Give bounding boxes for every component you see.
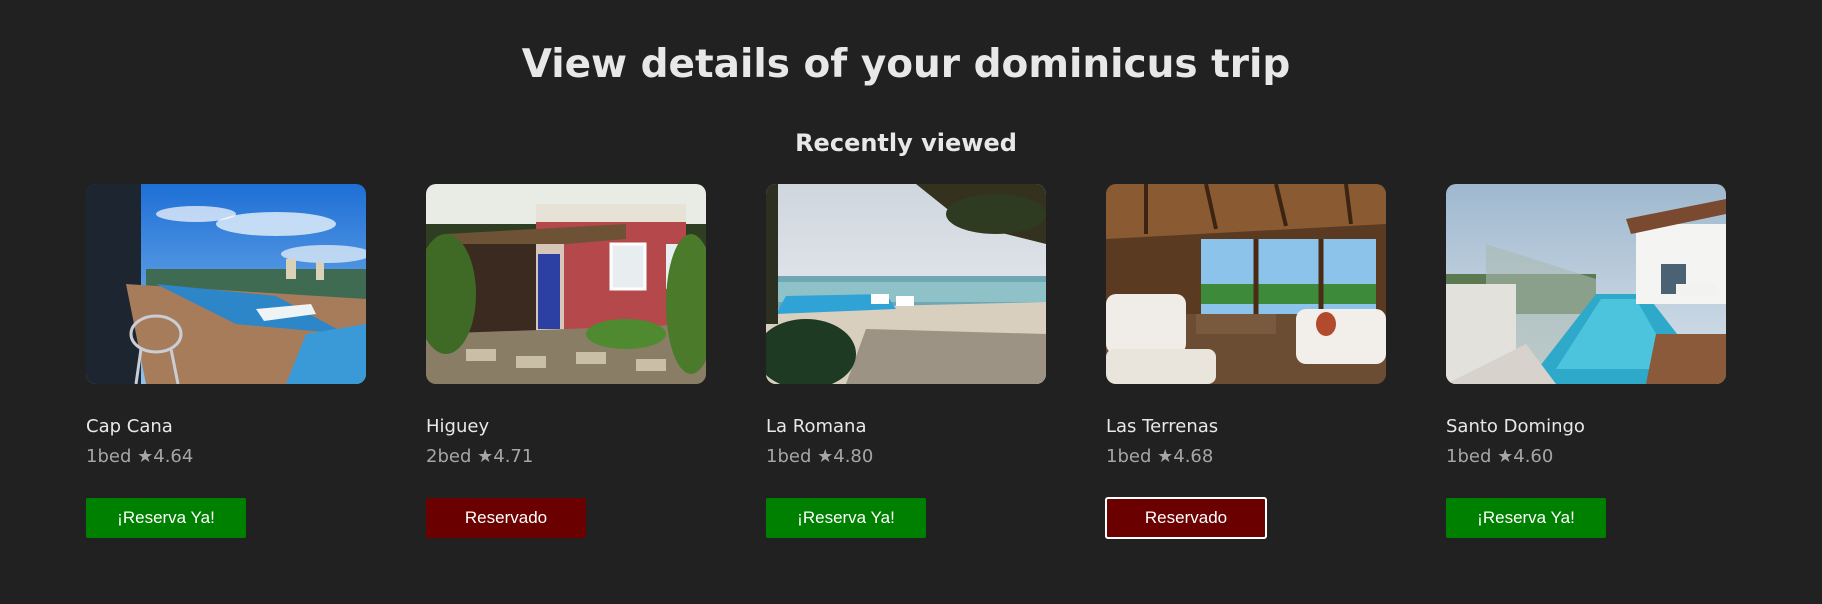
reserved-button[interactable]: Reservado: [1105, 497, 1267, 539]
listing-details: 1bed ★4.64: [86, 446, 194, 467]
listing-card-santo-domingo: Santo Domingo 1bed ★4.60 ¡Reserva Ya!: [1446, 184, 1726, 538]
reserved-button[interactable]: Reservado: [426, 498, 586, 538]
listing-location: Cap Cana: [86, 416, 173, 437]
reserve-button[interactable]: ¡Reserva Ya!: [86, 498, 246, 538]
listing-card-las-terrenas: Las Terrenas 1bed ★4.68 Reservado: [1105, 184, 1386, 539]
listing-location: La Romana: [766, 416, 867, 437]
listing-details: 1bed ★4.68: [1106, 446, 1214, 467]
trip-page: View details of your dominicus trip Rece…: [0, 0, 1822, 604]
rooftop-pool-photo[interactable]: [86, 184, 366, 384]
listing-location: Higuey: [426, 416, 490, 437]
listing-card-cap-cana: Cap Cana 1bed ★4.64 ¡Reserva Ya!: [86, 184, 366, 538]
terrace-lounge-photo[interactable]: [1106, 184, 1386, 384]
listing-location: Santo Domingo: [1446, 416, 1585, 437]
page-title: View details of your dominicus trip: [521, 42, 1291, 87]
listing-card-higuey: Higuey 2bed ★4.71 Reservado: [426, 184, 706, 538]
beach-pool-photo[interactable]: [766, 184, 1046, 384]
recently-viewed-heading: Recently viewed: [795, 129, 1017, 157]
listing-details: 2bed ★4.71: [426, 446, 534, 467]
red-house-photo[interactable]: [426, 184, 706, 384]
listing-card-la-romana: La Romana 1bed ★4.80 ¡Reserva Ya!: [766, 184, 1046, 538]
listing-details: 1bed ★4.80: [766, 446, 874, 467]
listing-location: Las Terrenas: [1106, 416, 1219, 437]
balcony-pool-photo[interactable]: [1446, 184, 1726, 384]
listing-details: 1bed ★4.60: [1446, 446, 1554, 467]
reserve-button[interactable]: ¡Reserva Ya!: [766, 498, 926, 538]
reserve-button[interactable]: ¡Reserva Ya!: [1446, 498, 1606, 538]
